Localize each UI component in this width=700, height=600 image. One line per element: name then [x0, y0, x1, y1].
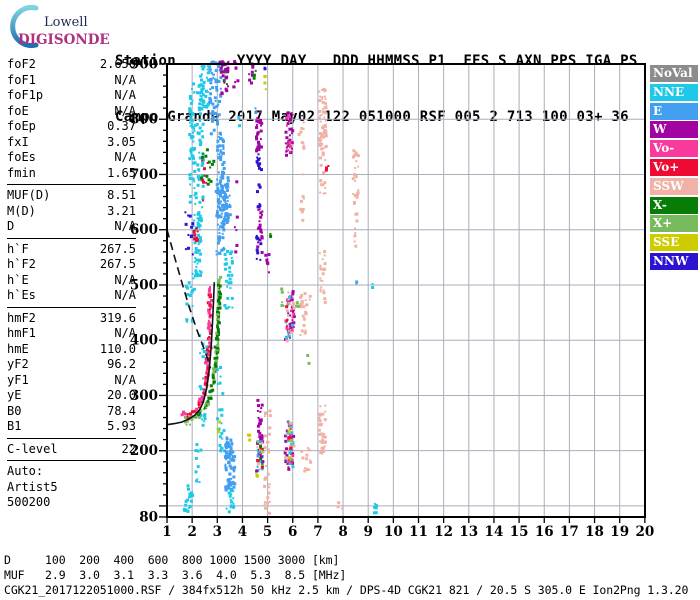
y-tick-label: 900 — [130, 57, 158, 73]
x-tick-label: 13 — [459, 524, 478, 540]
grid-lines — [167, 64, 646, 517]
x-tick-label: 8 — [338, 524, 347, 540]
legend-item-w: W — [650, 121, 698, 139]
x-tick-label: 9 — [363, 524, 372, 540]
legend-item-sse: SSE — [650, 234, 698, 252]
x-tick-label: 2 — [187, 524, 196, 540]
muf-scale-row: MUF 2.9 3.0 3.1 3.3 3.6 4.0 5.3 8.5 [MHz… — [4, 568, 347, 582]
x-tick-label: 6 — [288, 524, 297, 540]
x-tick-label: 3 — [213, 524, 222, 540]
y-tick-label: 200 — [130, 443, 158, 459]
x-tick-label: 1 — [162, 524, 171, 540]
x-tick-label: 18 — [585, 524, 604, 540]
legend-item-nne: NNE — [650, 83, 698, 101]
legend-item-x: X+ — [650, 215, 698, 233]
ionogram-plot: 1 2 3 4 5 6 7 8 9 10 11 12 13 14 15 16 17 18 19 20900800700… — [130, 57, 654, 541]
x-tick-label: 15 — [510, 524, 529, 540]
y-tick-label: 400 — [130, 333, 158, 349]
x-axis-labels: 1 2 3 4 5 6 7 8 9 10 11 12 13 14 15 16 17 18 19 20 — [162, 524, 654, 540]
plot-border — [166, 63, 646, 518]
scatter-points — [182, 60, 378, 515]
legend-item-ssw: SSW — [650, 177, 698, 195]
legend-item-e: E — [650, 102, 698, 120]
x-tick-label: 11 — [409, 524, 428, 540]
distance-scale-row: D 100 200 400 600 800 1000 1500 3000 [km… — [4, 553, 340, 567]
legend-item-vo: Vo- — [650, 140, 698, 158]
y-tick-label: 500 — [130, 277, 158, 293]
y-tick-label: 700 — [130, 167, 158, 183]
x-tick-label: 7 — [313, 524, 322, 540]
direction-legend: NoVal NNE E W Vo- Vo+ SSW X- X+ SSE NNW — [650, 65, 698, 272]
x-tick-label: 5 — [263, 524, 272, 540]
file-info-row: CGK21_2017122051000.RSF / 384fx512h 50 k… — [4, 583, 689, 597]
x-tick-label: 4 — [238, 524, 247, 540]
legend-item-noval: NoVal — [650, 65, 698, 82]
y-axis-labels: 900 800 700 600 500 400 300 200 80 — [130, 57, 158, 526]
y-tick-label: 80 — [139, 509, 158, 525]
y-tick-label: 300 — [130, 388, 158, 404]
x-tick-label: 14 — [485, 524, 504, 540]
x-tick-label: 16 — [535, 524, 554, 540]
legend-item-vo: Vo+ — [650, 158, 698, 176]
legend-item-x: X- — [650, 196, 698, 214]
x-tick-label: 19 — [610, 524, 629, 540]
x-tick-label: 20 — [635, 524, 654, 540]
x-tick-label: 12 — [434, 524, 453, 540]
asymptote-dashed-line — [166, 229, 212, 369]
legend-item-nnw: NNW — [650, 252, 698, 270]
x-tick-label: 10 — [384, 524, 403, 540]
x-tick-label: 17 — [560, 524, 579, 540]
y-tick-label: 800 — [130, 112, 158, 128]
y-tick-label: 600 — [130, 222, 158, 238]
